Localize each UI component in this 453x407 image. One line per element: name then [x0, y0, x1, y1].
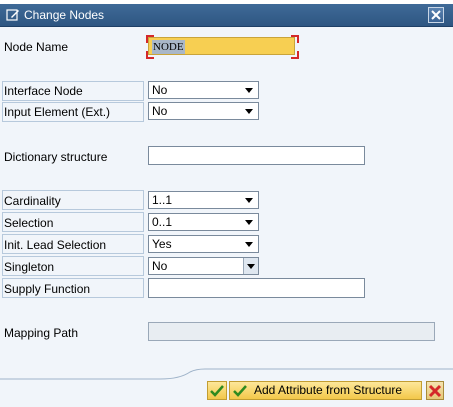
mapping-path-input	[148, 322, 435, 341]
node-name-label: Node Name	[4, 40, 69, 54]
cardinality-select[interactable]: 1..1	[148, 191, 259, 209]
cardinality-label: Cardinality	[4, 194, 61, 208]
singleton-dropdown-button[interactable]	[243, 258, 258, 274]
close-icon	[431, 10, 441, 20]
supply-function-label: Supply Function	[4, 282, 91, 296]
dropdown-arrow-icon	[245, 109, 253, 114]
init-lead-selection-select[interactable]: Yes	[148, 235, 259, 253]
focus-corner-tl	[146, 35, 154, 43]
dropdown-arrow-icon	[247, 264, 255, 269]
title-bar: Change Nodes	[0, 4, 453, 27]
selection-select[interactable]: 0..1	[148, 213, 259, 231]
add-attribute-label: Add Attribute from Structure	[254, 383, 403, 397]
interface-node-select[interactable]: No	[148, 81, 259, 99]
dictionary-structure-label: Dictionary structure	[4, 150, 108, 164]
interface-node-value: No	[152, 83, 168, 97]
dictionary-structure-input[interactable]	[148, 146, 365, 165]
singleton-label: Singleton	[4, 260, 55, 274]
dropdown-arrow-icon	[245, 198, 253, 203]
node-name-value: NODE	[152, 40, 185, 54]
check-icon	[233, 385, 247, 397]
dropdown-arrow-icon	[245, 220, 253, 225]
cardinality-value: 1..1	[152, 193, 173, 207]
dialog-title: Change Nodes	[24, 8, 105, 22]
check-icon	[210, 385, 224, 397]
interface-node-label: Interface Node	[4, 84, 83, 98]
singleton-select[interactable]: No	[148, 257, 259, 275]
focus-corner-bl	[146, 51, 154, 59]
singleton-value: No	[152, 259, 168, 273]
init-lead-selection-value: Yes	[152, 237, 172, 251]
focus-corner-tr	[291, 35, 299, 43]
input-element-label: Input Element (Ext.)	[4, 105, 111, 119]
selection-label: Selection	[4, 216, 54, 230]
node-name-input[interactable]: NODE	[148, 37, 295, 55]
close-button[interactable]	[428, 7, 444, 23]
input-element-value: No	[152, 104, 168, 118]
add-attribute-button[interactable]: Add Attribute from Structure	[229, 381, 422, 400]
footer-separator	[0, 368, 453, 380]
close-icon	[428, 384, 442, 398]
init-lead-selection-label: Init. Lead Selection	[4, 238, 107, 252]
input-element-select[interactable]: No	[148, 102, 259, 120]
edit-window-icon	[6, 8, 20, 22]
supply-function-input[interactable]	[148, 278, 365, 298]
dropdown-arrow-icon	[245, 242, 253, 247]
mapping-path-label: Mapping Path	[4, 326, 79, 340]
change-nodes-dialog: Change Nodes Node Name NODE Interface No…	[0, 0, 453, 407]
cancel-button[interactable]	[426, 381, 444, 400]
confirm-button[interactable]	[207, 381, 227, 400]
dropdown-arrow-icon	[245, 88, 253, 93]
selection-value: 0..1	[152, 215, 173, 229]
focus-corner-br	[291, 51, 299, 59]
